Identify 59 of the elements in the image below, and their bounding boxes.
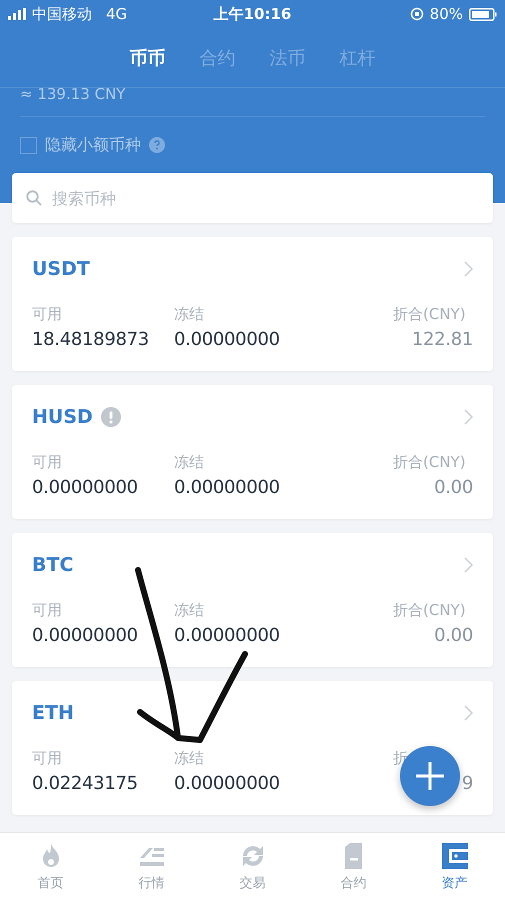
balance-value: 0.00 xyxy=(434,625,473,646)
tab[interactable]: 法币 xyxy=(270,44,306,72)
chevron-right-icon xyxy=(464,705,473,721)
tab[interactable]: 杠杆 xyxy=(340,44,376,72)
balance-value: 0.00000000 xyxy=(32,625,139,646)
chevron-right-icon xyxy=(464,557,473,573)
asset-card[interactable]: USDT 可用 18.48189873 冻结 0.00000000 折合(CNY) 122.81 xyxy=(12,237,493,371)
coin-name: BTC xyxy=(32,554,74,576)
column-label: 可用 xyxy=(32,453,63,473)
column-label: 冻结 xyxy=(174,601,205,621)
nav-tab[interactable]: 首页 xyxy=(0,833,101,900)
coin-name: ETH xyxy=(32,702,74,724)
balance-value: 0.00000000 xyxy=(32,477,139,498)
balance-value: 9 xyxy=(462,773,473,794)
column-label: 冻结 xyxy=(174,749,205,769)
balance-value: 0.00000000 xyxy=(174,625,281,646)
balance-value: 18.48189873 xyxy=(32,329,150,350)
help-icon xyxy=(149,137,165,153)
checkbox[interactable] xyxy=(20,136,37,154)
nav-tab[interactable]: 交易 xyxy=(202,833,303,900)
column-label: 冻结 xyxy=(174,305,205,325)
column-label: 冻结 xyxy=(174,453,205,473)
column-label: 折合(CNY) xyxy=(393,453,467,473)
balance-value: 0.02243175 xyxy=(32,773,139,794)
carrier: 中国移动 xyxy=(32,4,92,24)
coin-name: USDT xyxy=(32,258,90,280)
nav-tab[interactable]: 行情 xyxy=(101,833,202,900)
asset-card[interactable]: HUSD 可用 0.00000000 冻结 0.00000000 折合(CNY) 0.00 xyxy=(12,385,493,519)
tab[interactable]: 币币 xyxy=(130,44,166,72)
column-label: 折合(CNY) xyxy=(393,305,467,325)
checkbox-label: 隐藏小额币种 xyxy=(45,134,141,156)
balance-value: 0.00000000 xyxy=(174,477,281,498)
balance-value: 122.81 xyxy=(412,329,473,350)
tab[interactable]: 合约 xyxy=(200,44,236,72)
search-icon xyxy=(26,190,42,206)
estimated-value: ≈ 139.13 CNY xyxy=(20,88,126,105)
wallet-icon xyxy=(440,841,470,871)
balance-value: 0.00 xyxy=(434,477,473,498)
battery-percent: 80% xyxy=(430,5,463,23)
search-field[interactable]: 搜索币种 xyxy=(12,173,493,223)
balance-value: 0.00000000 xyxy=(174,773,281,794)
nav-tab[interactable]: 资产 xyxy=(404,833,505,900)
battery-icon xyxy=(469,8,497,20)
chevron-right-icon xyxy=(464,261,473,277)
rotation-lock-icon xyxy=(410,7,424,21)
column-label: 可用 xyxy=(32,305,63,325)
nav-tab[interactable]: 合约 xyxy=(303,833,404,900)
chevron-right-icon xyxy=(464,409,473,425)
clock: 上午10:16 xyxy=(214,4,292,24)
column-label: 折合(CNY) xyxy=(393,601,467,621)
signal-icon xyxy=(8,8,26,20)
balance-value: 0.00000000 xyxy=(174,329,281,350)
column-label: 可用 xyxy=(32,601,63,621)
coin-name: HUSD xyxy=(32,406,93,428)
plus-icon xyxy=(415,761,445,791)
column-label: 可用 xyxy=(32,749,63,769)
network-type: 4G xyxy=(106,5,128,23)
asset-card[interactable]: BTC 可用 0.00000000 冻结 0.00000000 折合(CNY) 0.00 xyxy=(12,533,493,667)
search-input[interactable]: 搜索币种 xyxy=(52,188,479,208)
